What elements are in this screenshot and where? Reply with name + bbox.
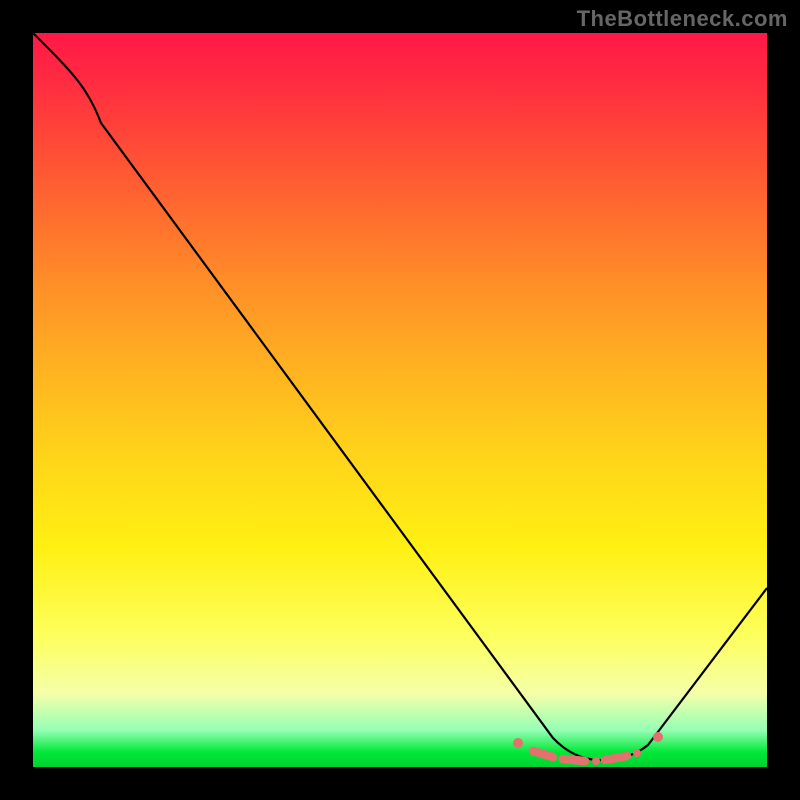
watermark-text: TheBottleneck.com (577, 6, 788, 32)
plot-gradient-background (33, 33, 767, 767)
chart-stage: TheBottleneck.com (0, 0, 800, 800)
